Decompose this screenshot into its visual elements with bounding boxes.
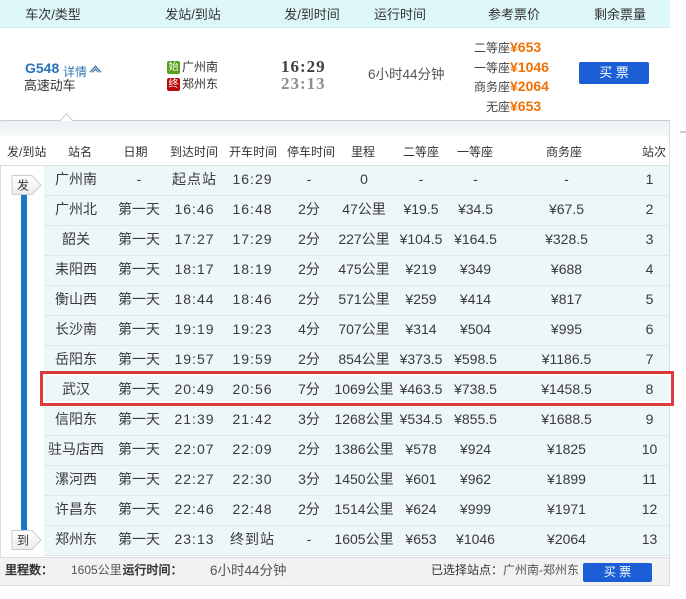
svg-text:发: 发 — [17, 178, 29, 193]
svg-text:到: 到 — [17, 534, 29, 548]
